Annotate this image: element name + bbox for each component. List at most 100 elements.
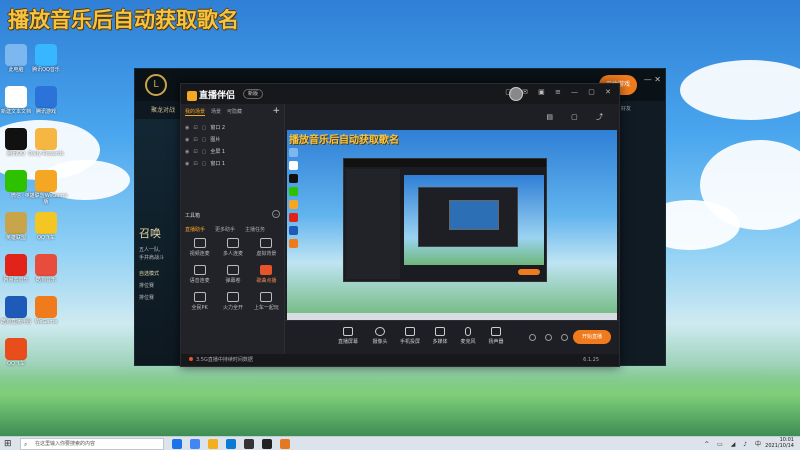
companion-logo: 直播伴侣 — [187, 88, 235, 101]
tool-item[interactable]: 火力全开 — [216, 292, 249, 311]
go-live-button[interactable]: 开始直播 — [573, 330, 611, 344]
control-label: 扬声器 — [488, 339, 504, 345]
tool-item[interactable]: 虚拟背景 — [250, 238, 283, 257]
live-companion-window[interactable]: 直播伴侣 新版 ▢ ✉ ▣ ≡ — ▢ ✕ ▤ ▢ ⤴ 我的场景 场景 可隐藏 … — [180, 83, 620, 367]
desktop-icon[interactable]: 英雄联盟WeGame版 — [24, 170, 68, 205]
lol-side-text: 五人一队, — [139, 247, 161, 253]
tab-scene[interactable]: 场景 — [211, 108, 221, 116]
lol-tab[interactable]: 聚龙对战 — [151, 105, 175, 114]
tool-icon — [226, 265, 239, 275]
tool-item[interactable]: 歌曲点播 — [250, 265, 283, 284]
desktop-icon[interactable]: 腾讯游戏 — [24, 86, 68, 115]
tool-icon — [193, 292, 206, 302]
lol-mode-item[interactable]: 自选模式 — [139, 271, 159, 278]
taskbar-app-icon[interactable] — [262, 439, 272, 449]
tool-item[interactable]: 视频连麦 — [183, 238, 216, 257]
tab-more-assistant[interactable]: 更多助手 — [215, 226, 235, 233]
camera-button[interactable]: 摄像头 — [365, 327, 395, 345]
lol-window-controls[interactable]: — ✕ — [644, 75, 661, 84]
desktop-icon[interactable]: 酷狗音乐 — [24, 254, 68, 283]
control-label: 直播屏幕 — [337, 339, 358, 345]
tool-item[interactable]: 上车一起玩 — [250, 292, 283, 311]
tab-anchor-tasks[interactable]: 主播任务 — [245, 226, 265, 233]
app-icon — [35, 86, 57, 108]
timer-icon[interactable] — [545, 334, 552, 341]
taskbar-clock[interactable]: 10:01 2021/10/14 — [765, 437, 794, 449]
version-text: 6.1.25 — [583, 357, 599, 363]
settings-icon[interactable] — [561, 334, 568, 341]
stream-preview[interactable]: 播放音乐后自动获取歌名 — [287, 130, 617, 320]
companion-left-panel: 我的场景 场景 可隐藏 + ◉ ⊡ ▢ 窗口 2 ◉ ⊡ ▢ 图片 ◉ ⊡ ▢ 全屏 1 ◉ ⊡ ▢ 窗… — [181, 104, 285, 354]
page-title: 播放音乐后自动获取歌名 — [8, 8, 239, 32]
tool-label: 虚拟背景 — [256, 251, 277, 257]
windows-start-icon[interactable]: ⊞ — [4, 439, 14, 449]
speaker-button[interactable]: 扬声器 — [481, 327, 511, 345]
control-label: 摄像头 — [372, 339, 388, 345]
lol-logo-icon: L — [145, 74, 167, 96]
eye-icon[interactable]: ◉ — [185, 146, 189, 158]
tool-label: 上车一起玩 — [253, 305, 279, 311]
taskbar-app-icon[interactable] — [172, 439, 182, 449]
desktop-icon-label: 酷狗音乐 — [35, 277, 56, 283]
taskbar-app-icon[interactable] — [244, 439, 254, 449]
tool-tabs: 直播助手 更多助手 主播任务 — [185, 226, 265, 233]
app-icon — [35, 44, 57, 66]
tab-my-scene[interactable]: 我的场景 — [185, 108, 206, 116]
lol-friend-label: 好友 — [621, 106, 632, 112]
lol-mode-item[interactable]: 排位赛 — [139, 283, 154, 290]
layer-item[interactable]: ◉ ⊡ ▢ 全屏 1 — [181, 146, 284, 158]
desktop-icon[interactable]: QQ飞车 — [0, 338, 38, 367]
desktop-icon[interactable]: 腾讯QQ音乐 — [24, 44, 68, 73]
desktop-icon[interactable]: QQ飞车 — [24, 212, 68, 241]
eye-icon[interactable]: ◉ — [185, 134, 189, 146]
layer-item[interactable]: ◉ ⊡ ▢ 窗口 1 — [181, 158, 284, 170]
microphone-button[interactable]: 麦克风 — [453, 327, 483, 345]
tool-label: 视频连麦 — [189, 251, 210, 257]
background-grass — [0, 366, 800, 436]
lol-heading: 召唤 — [139, 227, 161, 240]
companion-logo-icon — [187, 90, 197, 101]
layer-item[interactable]: ◉ ⊡ ▢ 图片 — [181, 134, 284, 146]
record-icon[interactable] — [529, 334, 536, 341]
system-tray-icons[interactable]: ^ ▭ ◢ ♪ 中 — [704, 439, 764, 448]
tab-live-assistant[interactable]: 直播助手 — [185, 226, 205, 233]
add-scene-button[interactable]: + — [272, 106, 280, 116]
taskbar-search-input[interactable]: ⌕ 在这里输入你要搜索的内容 — [20, 438, 164, 450]
preview-toolbar-icons[interactable]: ▤ ▢ ⤴ — [546, 112, 611, 122]
lock-icon[interactable]: ⊡ — [193, 134, 197, 146]
screen-capture-button[interactable]: 直播屏幕 — [333, 327, 363, 345]
window-icon: ▢ — [201, 125, 207, 131]
taskbar-app-icon[interactable] — [208, 439, 218, 449]
preview-title: 播放音乐后自动获取歌名 — [289, 135, 399, 146]
tool-item[interactable]: 语音连麦 — [183, 265, 216, 284]
eye-icon[interactable]: ◉ — [185, 122, 189, 134]
clock-date: 2021/10/14 — [765, 443, 794, 449]
desktop-icon[interactable]: Daily Rewards — [24, 128, 68, 157]
desktop-icon-label: 腾讯QQ音乐 — [32, 67, 60, 73]
tool-icon — [193, 238, 206, 248]
media-button[interactable]: 多媒体 — [425, 327, 455, 345]
tool-item[interactable]: 全民PK — [183, 292, 216, 311]
eye-icon[interactable]: ◉ — [185, 158, 189, 170]
tab-hidden[interactable]: 可隐藏 — [227, 108, 242, 116]
tool-icon — [193, 265, 206, 275]
tool-item[interactable]: 弹幕卷 — [216, 265, 249, 284]
companion-window-controls[interactable]: ▢ ✉ ▣ ≡ — ▢ ✕ — [505, 88, 615, 96]
desktop-icon[interactable]: WeGame — [24, 296, 68, 325]
lock-icon[interactable]: ⊡ — [193, 146, 197, 158]
taskbar-app-icon[interactable] — [226, 439, 236, 449]
more-icon[interactable]: … — [272, 210, 280, 218]
lol-mode-item[interactable]: 排位赛 — [139, 295, 154, 302]
lock-icon[interactable]: ⊡ — [193, 122, 197, 134]
lock-icon[interactable]: ⊡ — [193, 158, 197, 170]
layer-item[interactable]: ◉ ⊡ ▢ 窗口 2 — [181, 122, 284, 134]
tool-icon — [260, 292, 273, 302]
version-pill[interactable]: 新版 — [243, 89, 264, 99]
preview-taskbar — [287, 313, 617, 320]
tool-item[interactable]: 多人连麦 — [216, 238, 249, 257]
phone-cast-button[interactable]: 手机投屏 — [395, 327, 425, 345]
taskbar-app-icon[interactable] — [190, 439, 200, 449]
preview-desktop-icons — [289, 148, 301, 252]
tool-icon — [260, 238, 273, 248]
taskbar-app-icon[interactable] — [280, 439, 290, 449]
